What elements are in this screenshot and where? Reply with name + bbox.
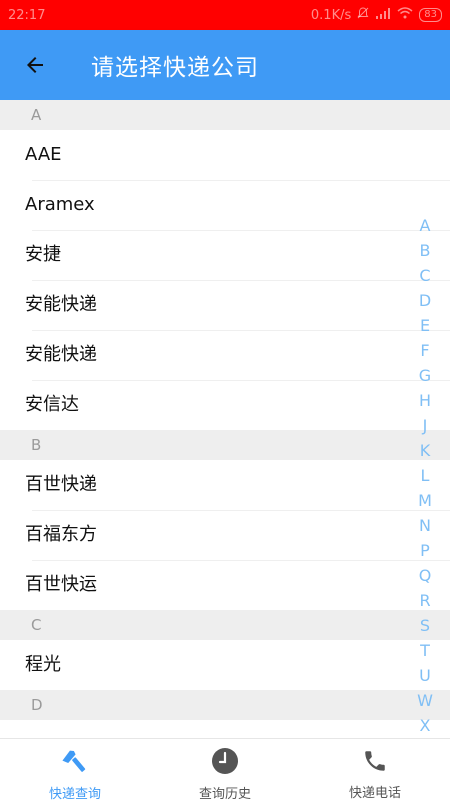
tab-courier-phone[interactable]: 快递电话 (300, 739, 450, 801)
index-letter-t[interactable]: T (420, 638, 430, 663)
tab-label: 快递电话 (348, 786, 401, 801)
status-time: 22:17 (8, 7, 46, 23)
network-speed: 0.1K/s (310, 7, 352, 23)
page-title: 请选择快递公司 (91, 55, 259, 81)
back-button[interactable] (0, 30, 70, 100)
status-indicators: 0.1K/s 83 (311, 7, 442, 23)
index-letter-q[interactable]: Q (419, 563, 432, 588)
index-letter-b[interactable]: B (420, 238, 431, 263)
arrow-left-icon (27, 57, 43, 73)
app-bar: 请选择快递公司 (0, 30, 450, 100)
list-item[interactable]: 百福东方 (0, 510, 450, 560)
list-item[interactable]: AAE (0, 130, 450, 180)
alarm-icon (357, 7, 369, 23)
battery-indicator: 83 (419, 8, 442, 22)
index-letter-k[interactable]: K (420, 438, 431, 463)
index-letter-e[interactable]: E (420, 313, 430, 338)
list-item[interactable]: 百世快递 (0, 460, 450, 510)
index-letter-a[interactable]: A (420, 213, 431, 238)
tab-courier-query[interactable]: 快递查询 (0, 739, 150, 802)
index-letter-c[interactable]: C (419, 263, 430, 288)
section-header-c: C (0, 610, 450, 640)
section-header-b: B (0, 430, 450, 460)
index-letter-s[interactable]: S (420, 613, 430, 638)
list-item[interactable]: 安能快递 (0, 280, 450, 330)
courier-list[interactable]: A AAE Aramex 安捷 安能快递 安能快递 安信达 B 百世快递 百福东… (0, 100, 450, 738)
index-letter-p[interactable]: P (420, 538, 430, 563)
index-letter-u[interactable]: U (419, 663, 431, 688)
index-letter-r[interactable]: R (419, 588, 430, 613)
index-letter-m[interactable]: M (418, 488, 432, 513)
wifi-icon (397, 7, 413, 23)
list-item[interactable]: 程光 (0, 640, 450, 690)
list-item[interactable]: 百世快运 (0, 560, 450, 610)
section-header-d: D (0, 690, 450, 720)
section-header-a: A (0, 100, 450, 130)
index-letter-x[interactable]: X (420, 713, 431, 738)
index-letter-l[interactable]: L (421, 463, 430, 488)
tab-query-history[interactable]: 查询历史 (150, 739, 300, 802)
tab-label: 查询历史 (198, 787, 251, 802)
list-item[interactable]: 安能快递 (0, 330, 450, 380)
tab-label: 快递查询 (48, 787, 101, 802)
list-item[interactable]: 安捷 (0, 230, 450, 280)
index-letter-w[interactable]: W (417, 688, 433, 713)
status-bar: 22:17 0.1K/s 83 (0, 0, 450, 30)
alphabet-index-bar[interactable]: A B C D E F G H J K L M N P Q R S T U W … (412, 213, 438, 738)
signal-icon (375, 7, 391, 23)
index-letter-n[interactable]: N (419, 513, 431, 538)
index-letter-h[interactable]: H (419, 388, 431, 413)
list-item[interactable]: 安信达 (0, 380, 450, 430)
hammer-icon (61, 747, 89, 775)
list-item[interactable]: Aramex (0, 180, 450, 230)
index-letter-d[interactable]: D (419, 288, 431, 313)
index-letter-f[interactable]: F (420, 338, 429, 363)
index-letter-j[interactable]: J (423, 413, 428, 438)
bottom-navigation: 快递查询 查询历史 快递电话 (0, 738, 450, 802)
index-letter-g[interactable]: G (419, 363, 431, 388)
phone-icon (361, 747, 389, 774)
clock-icon (211, 747, 239, 775)
